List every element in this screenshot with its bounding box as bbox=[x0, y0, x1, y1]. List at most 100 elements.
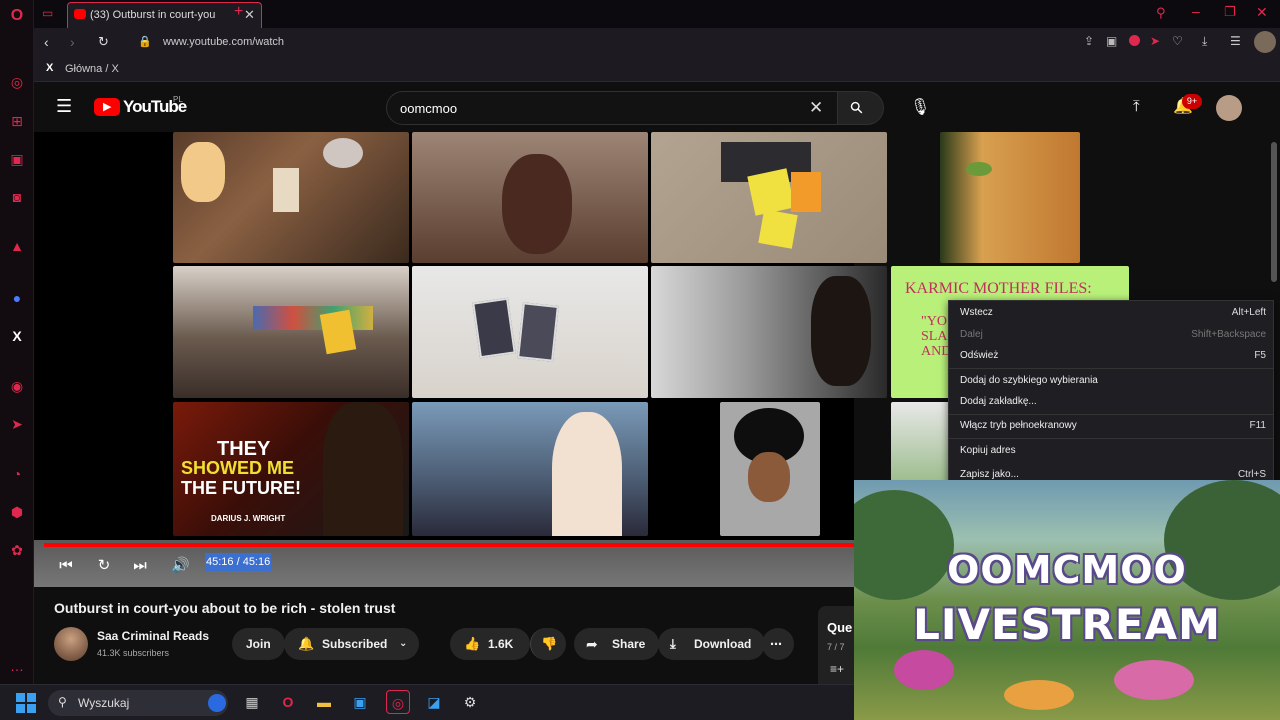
settings-icon[interactable]: ✿ bbox=[9, 542, 25, 558]
grid-tile-holding-cards bbox=[412, 266, 648, 398]
easy-setup-icon[interactable]: ☰ bbox=[1230, 34, 1241, 48]
profile-avatar[interactable] bbox=[1254, 31, 1276, 53]
settings-taskbar-icon[interactable]: ⚙ bbox=[458, 690, 482, 714]
next-icon[interactable]: ⏭ bbox=[131, 557, 149, 575]
opera-gx-taskbar-icon[interactable]: ◎ bbox=[386, 690, 410, 714]
menu-icon[interactable]: ☰ bbox=[56, 96, 72, 117]
more-actions-button[interactable]: ⋯ bbox=[762, 628, 794, 660]
playlist-add-icon[interactable]: ≡+ bbox=[830, 662, 844, 676]
ctx-forward[interactable]: Dalej Shift+Backspace bbox=[960, 325, 1266, 345]
previous-icon[interactable]: ⏮ bbox=[57, 557, 75, 575]
windows-start-icon[interactable] bbox=[16, 693, 36, 713]
lock-icon[interactable]: 🔒 bbox=[138, 35, 152, 48]
search-button[interactable]: ⚲ bbox=[838, 91, 884, 125]
extensions-icon[interactable]: ⬢ bbox=[9, 504, 25, 520]
forward-icon[interactable]: › bbox=[70, 34, 75, 50]
voice-search-icon[interactable]: 🎙 bbox=[910, 97, 930, 117]
share-icon: ➦ bbox=[586, 636, 598, 652]
ctx-separator bbox=[949, 414, 1273, 415]
download-button[interactable]: ⤓ Download bbox=[658, 628, 766, 660]
search-input[interactable]: oomcmoo ✕ bbox=[386, 91, 838, 125]
bell-icon: 🔔 bbox=[298, 636, 315, 651]
more-horizontal-icon: ⋯ bbox=[770, 637, 782, 651]
ctx-add-speed-dial[interactable]: Dodaj do szybkiego wybierania bbox=[960, 371, 1266, 391]
instagram-icon[interactable]: ◙ bbox=[9, 189, 25, 205]
more-icon[interactable]: … bbox=[9, 658, 25, 674]
create-upload-icon[interactable]: ⤒ bbox=[1133, 98, 1140, 115]
join-button[interactable]: Join bbox=[232, 628, 285, 660]
livestream-subtitle: LIVESTREAM bbox=[913, 600, 1221, 649]
player-icon[interactable]: ◉ bbox=[9, 378, 25, 394]
opera-taskbar-icon[interactable]: O bbox=[276, 690, 300, 714]
snapshot-icon[interactable]: ▣ bbox=[1106, 34, 1117, 48]
ctx-fullscreen[interactable]: Włącz tryb pełnoekranowy F11 bbox=[960, 416, 1266, 436]
share-label: Share bbox=[612, 637, 646, 651]
opera-sidebar: O ◎ ⊞ ▣ ◙ ▲ ● X ◉ ➤ ◔ ⬢ ✿ … bbox=[0, 0, 34, 684]
shopping-icon[interactable]: ⊞ bbox=[9, 113, 25, 129]
send-icon[interactable]: ➤ bbox=[9, 416, 25, 432]
replay-icon[interactable]: ↻ bbox=[95, 557, 113, 575]
active-tab[interactable]: (33) Outburst in court-you ✕ bbox=[67, 2, 262, 28]
aria-icon[interactable]: ▲ bbox=[9, 238, 25, 254]
vpn-icon[interactable] bbox=[1129, 35, 1140, 46]
share-button[interactable]: ➦ Share bbox=[574, 628, 660, 660]
ctx-copy-address[interactable]: Kopiuj adres bbox=[960, 441, 1266, 461]
messenger-icon[interactable]: ▣ bbox=[9, 151, 25, 167]
ctx-back-shortcut: Alt+Left bbox=[1231, 307, 1266, 318]
clear-search-icon[interactable]: ✕ bbox=[809, 98, 823, 118]
back-icon[interactable]: ‹ bbox=[44, 34, 49, 50]
progress-bar[interactable] bbox=[44, 543, 854, 547]
bookmark-home-x[interactable]: Główna / X bbox=[65, 63, 119, 75]
dislike-button[interactable]: 👎 bbox=[530, 628, 566, 660]
grid-tile-cards-notes bbox=[651, 132, 887, 263]
store-icon[interactable]: ▣ bbox=[348, 690, 372, 714]
ctx-add-bookmark[interactable]: Dodaj zakładkę... bbox=[960, 392, 1266, 412]
download-label: Download bbox=[694, 637, 752, 651]
channel-avatar[interactable] bbox=[54, 627, 88, 661]
new-tab-icon[interactable]: + bbox=[234, 3, 243, 21]
context-menu: Wstecz Alt+Left Dalej Shift+Backspace Od… bbox=[948, 300, 1274, 486]
queue-panel[interactable]: Que 7 / 7 ≡+ bbox=[818, 606, 854, 684]
volume-icon[interactable]: 🔊 bbox=[171, 557, 190, 575]
video-player[interactable]: KARMIC MOTHER FILES: "YO SLA AND THEY SH… bbox=[34, 132, 1129, 587]
photos-icon[interactable]: ◪ bbox=[422, 690, 446, 714]
ctx-fullscreen-shortcut: F11 bbox=[1249, 420, 1267, 431]
reload-icon[interactable]: ↻ bbox=[98, 34, 109, 50]
maximize-icon[interactable]: ❐ bbox=[1224, 4, 1236, 20]
bookmarks-bar: X Główna / X bbox=[34, 56, 1280, 82]
heart-icon[interactable]: ♡ bbox=[1172, 34, 1183, 48]
subscribed-button[interactable]: 🔔 Subscribed ⌄ bbox=[284, 628, 420, 660]
ctx-reload[interactable]: Odśwież F5 bbox=[960, 346, 1266, 366]
minimize-icon[interactable]: – bbox=[1192, 3, 1200, 19]
player-controls bbox=[34, 540, 854, 587]
speed-dial-icon[interactable]: ◎ bbox=[9, 74, 25, 90]
close-tab-icon[interactable]: ✕ bbox=[244, 7, 255, 23]
address-bar-row: ‹ › ↻ 🔒 www.youtube.com/watch ⇪ ▣ ➤ ♡ ⤓ … bbox=[34, 28, 1280, 56]
ctx-back[interactable]: Wstecz Alt+Left bbox=[960, 303, 1266, 323]
channel-name[interactable]: Saa Criminal Reads bbox=[97, 629, 209, 643]
file-explorer-icon[interactable]: ▬ bbox=[312, 690, 336, 714]
url-field[interactable]: www.youtube.com/watch bbox=[163, 36, 284, 48]
share-page-icon[interactable]: ⇪ bbox=[1084, 34, 1094, 48]
join-label: Join bbox=[246, 637, 271, 651]
close-window-icon[interactable]: ✕ bbox=[1256, 4, 1268, 21]
search-tabs-icon[interactable]: ⚲ bbox=[1156, 5, 1166, 21]
history-icon[interactable]: ◔ bbox=[9, 466, 25, 482]
facebook-messenger-icon[interactable]: ● bbox=[9, 290, 25, 306]
x-twitter-icon[interactable]: X bbox=[9, 328, 25, 344]
download-arrow-icon: ⤓ bbox=[670, 636, 676, 651]
ctx-separator bbox=[949, 368, 1273, 369]
like-button[interactable]: 👍 1.6K bbox=[450, 628, 530, 660]
youtube-logo-icon[interactable]: ▶ bbox=[94, 98, 120, 116]
account-avatar[interactable] bbox=[1216, 95, 1242, 121]
download-icon[interactable]: ⤓ bbox=[1202, 34, 1207, 49]
grid-tile-they-showed-me: THEY SHOWED ME THE FUTURE! DARIUS J. WRI… bbox=[173, 402, 409, 536]
flow-icon[interactable]: ➤ bbox=[1150, 34, 1160, 48]
workspaces-icon[interactable]: ▭ bbox=[42, 6, 58, 22]
grid-tile-man-dreadlocks bbox=[412, 132, 648, 263]
video-title: Outburst in court-you about to be rich -… bbox=[54, 600, 396, 616]
task-view-icon[interactable]: ▦ bbox=[240, 690, 264, 714]
search-icon: ⚲ bbox=[847, 98, 868, 119]
opera-logo-icon[interactable]: O bbox=[9, 8, 25, 24]
taskbar-search[interactable]: ⚲ Wyszukaj bbox=[48, 690, 228, 716]
